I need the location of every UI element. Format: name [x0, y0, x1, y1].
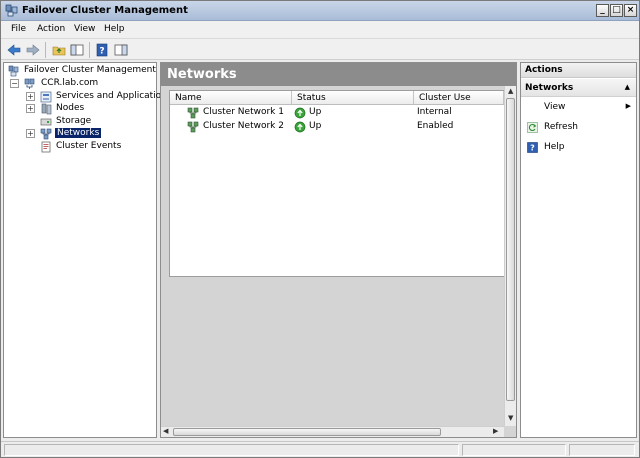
maximize-button[interactable]: □ — [610, 4, 623, 17]
tree-label: Nodes — [56, 103, 85, 113]
tree-item-cluster-events[interactable]: Cluster Events — [40, 141, 158, 153]
title-bar: Failover Cluster Management _ □ × — [1, 1, 639, 21]
horizontal-scroll-thumb[interactable] — [173, 428, 441, 436]
toolbar: ? — [1, 38, 639, 60]
network-cluster-use: Internal — [417, 107, 452, 117]
status-up-icon — [294, 107, 306, 119]
cluster-app-icon — [5, 4, 18, 17]
cluster-manager-icon — [8, 65, 19, 77]
vertical-scroll-thumb[interactable] — [506, 98, 515, 401]
tree-label: Services and Applications — [56, 91, 172, 101]
action-label: Refresh — [544, 122, 578, 132]
network-name: Cluster Network 1 — [203, 107, 284, 117]
actions-section-networks[interactable]: Networks ▲ — [521, 79, 636, 97]
status-bar — [1, 441, 639, 457]
scroll-up-arrow-icon[interactable]: ▲ — [508, 87, 513, 95]
table-row[interactable]: Cluster Network 2 Up Enabled — [170, 120, 504, 134]
status-up-icon — [294, 121, 306, 133]
services-icon — [40, 91, 52, 103]
network-name: Cluster Network 2 — [203, 121, 284, 131]
help-icon: ? — [527, 142, 538, 153]
collapse-toggle[interactable]: − — [10, 79, 19, 88]
svg-text:?: ? — [530, 144, 535, 153]
tree-item-networks[interactable]: + Networks — [26, 128, 158, 140]
scroll-right-arrow-icon[interactable]: ▶ — [493, 427, 498, 435]
actions-header: Actions — [521, 63, 636, 78]
cluster-icon — [24, 78, 35, 89]
networks-icon — [40, 128, 52, 140]
networks-list[interactable]: Name Status Cluster Use Cluster Network … — [169, 90, 505, 277]
tree-label: Failover Cluster Management — [24, 65, 156, 75]
tree-label: Storage — [56, 116, 92, 126]
collapse-arrow-icon[interactable]: ▲ — [625, 83, 630, 91]
scroll-down-arrow-icon[interactable]: ▼ — [508, 414, 513, 422]
nodes-icon — [41, 103, 52, 115]
tree-label: Cluster Events — [56, 141, 122, 151]
table-row[interactable]: Cluster Network 1 Up Internal — [170, 106, 504, 120]
network-status: Up — [309, 121, 322, 131]
svg-text:?: ? — [99, 47, 104, 57]
window-title: Failover Cluster Management — [22, 5, 188, 16]
tree-item-cluster[interactable]: − CCR.lab.com — [10, 78, 158, 90]
tree-item-root[interactable]: Failover Cluster Management — [8, 65, 158, 77]
column-header-name[interactable]: Name — [170, 91, 292, 105]
menu-view[interactable]: View — [74, 24, 95, 34]
tree-item-nodes[interactable]: + Nodes — [26, 103, 158, 115]
submenu-arrow-icon: ▶ — [625, 102, 631, 110]
page-title: Networks — [167, 67, 237, 82]
toolbar-separator — [89, 42, 90, 58]
expand-toggle[interactable]: + — [26, 104, 35, 113]
console-tree[interactable]: Failover Cluster Management − CCR.lab.co… — [3, 62, 172, 438]
tree-label: CCR.lab.com — [41, 78, 99, 88]
network-cluster-use: Enabled — [417, 121, 454, 131]
menu-file[interactable]: File — [11, 24, 26, 34]
expand-toggle[interactable]: + — [26, 129, 35, 138]
column-header-status[interactable]: Status — [292, 91, 414, 105]
back-arrow-icon[interactable] — [6, 42, 22, 58]
action-view[interactable]: View ▶ — [521, 99, 636, 117]
show-hide-action-pane-icon[interactable] — [113, 42, 129, 58]
scroll-left-arrow-icon[interactable]: ◀ — [163, 427, 168, 435]
tree-label-selected: Networks — [55, 128, 102, 138]
vertical-scrollbar[interactable]: ▲ ▼ — [504, 86, 516, 426]
action-help[interactable]: ? Help — [521, 139, 636, 157]
toolbar-separator — [45, 42, 46, 58]
results-header: Networks — [161, 63, 516, 86]
status-panel — [462, 444, 566, 456]
network-icon — [187, 121, 199, 133]
network-icon — [187, 107, 199, 119]
status-panel — [4, 444, 459, 456]
tree-item-storage[interactable]: Storage — [40, 116, 158, 128]
horizontal-scrollbar[interactable]: ◀ ▶ — [161, 426, 504, 437]
expand-toggle[interactable]: + — [26, 92, 35, 101]
show-hide-tree-icon[interactable] — [69, 42, 85, 58]
close-button[interactable]: × — [624, 4, 637, 17]
cluster-events-icon — [41, 141, 51, 153]
help-book-icon[interactable]: ? — [94, 42, 110, 58]
forward-arrow-icon[interactable] — [25, 42, 41, 58]
refresh-icon — [527, 122, 538, 133]
actions-section-label: Networks — [525, 83, 574, 93]
network-status: Up — [309, 107, 322, 117]
minimize-button[interactable]: _ — [596, 4, 609, 17]
action-refresh[interactable]: Refresh — [521, 119, 636, 137]
app-window: Failover Cluster Management _ □ × File A… — [0, 0, 640, 458]
action-label: View — [544, 102, 566, 112]
status-panel — [569, 444, 635, 456]
results-pane: Networks Name Status Cluster Use Cluster… — [160, 62, 517, 438]
column-header-cluster-use[interactable]: Cluster Use — [414, 91, 504, 105]
actions-pane: Actions Networks ▲ View ▶ Refresh ? Help — [520, 62, 637, 438]
tree-item-services-and-applications[interactable]: + Services and Applications — [26, 91, 172, 103]
action-label: Help — [544, 142, 565, 152]
storage-icon — [40, 118, 52, 126]
menu-help[interactable]: Help — [104, 24, 125, 34]
menu-action[interactable]: Action — [37, 24, 65, 34]
menu-bar: File Action View Help — [1, 21, 639, 38]
up-folder-icon[interactable] — [51, 42, 67, 58]
